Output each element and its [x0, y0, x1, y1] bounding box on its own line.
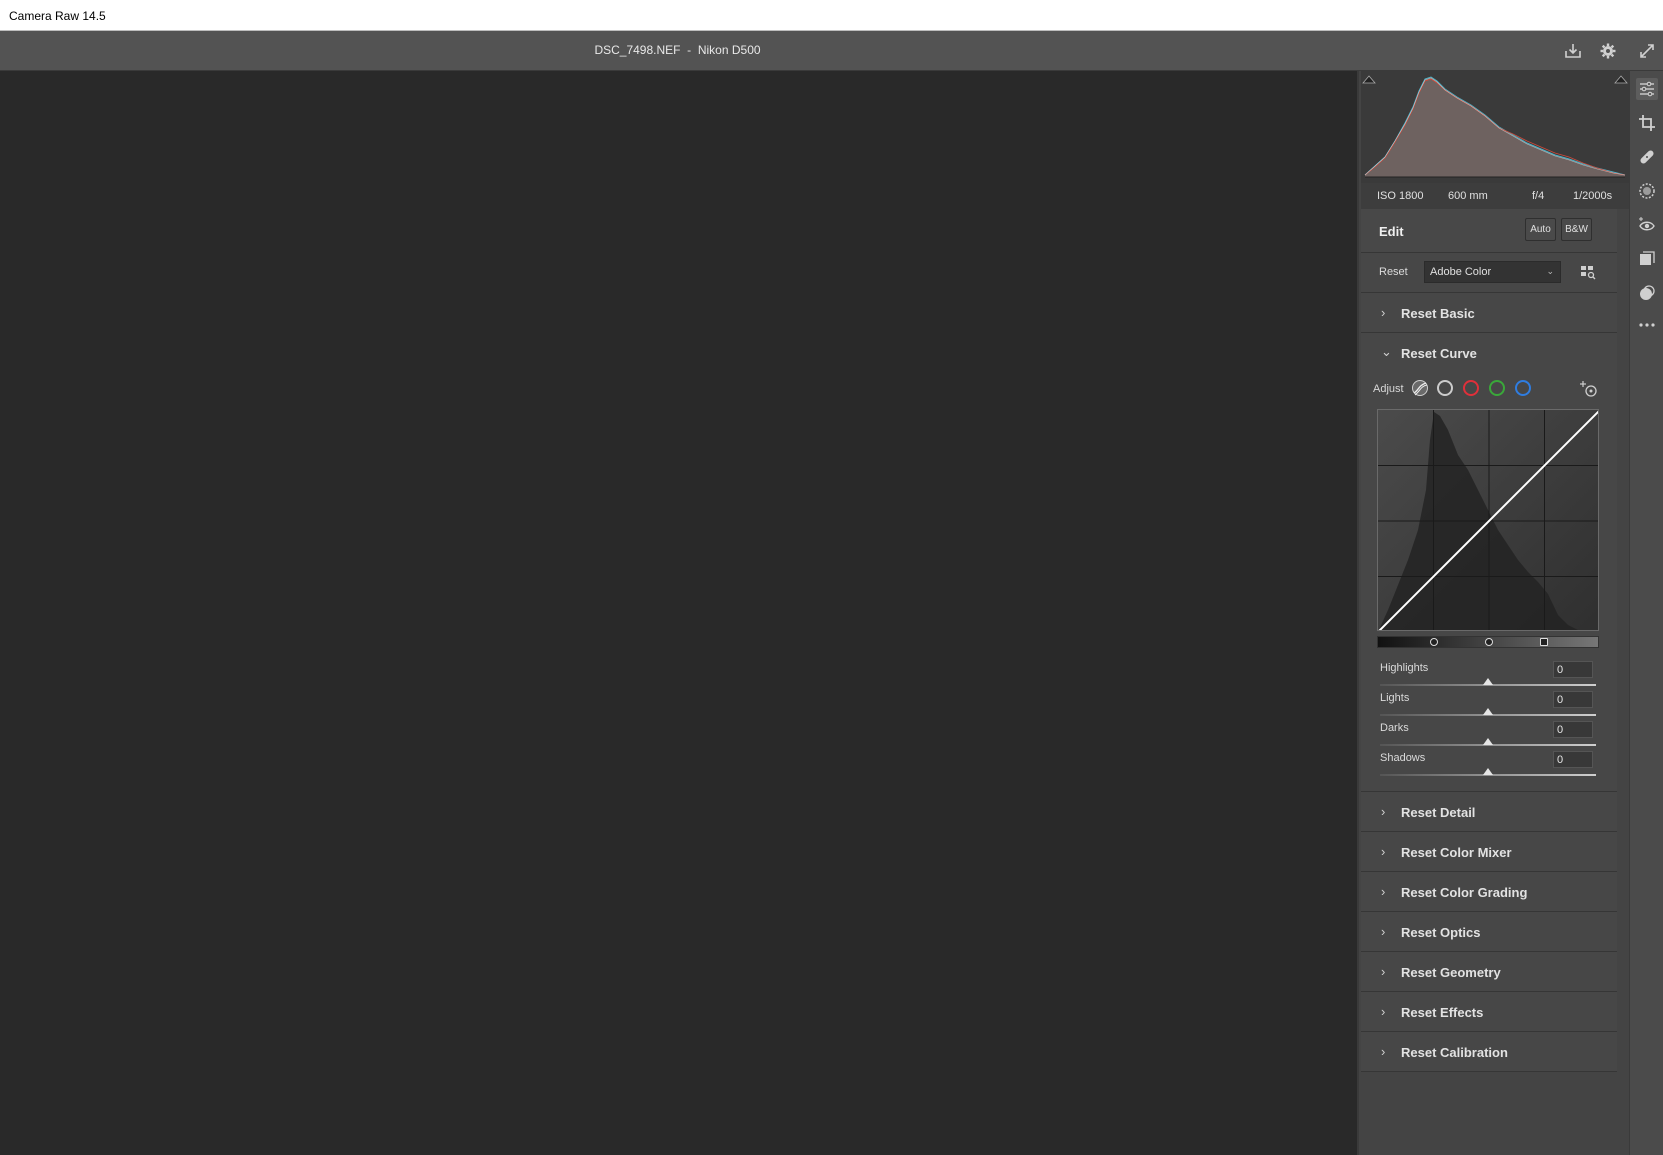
gear-icon[interactable]: [1597, 40, 1619, 62]
exif-shutter: 1/2000s: [1573, 190, 1613, 202]
chevron-right-icon: ›: [1381, 1044, 1386, 1059]
section-curve[interactable]: ⌄ Reset Curve: [1361, 333, 1617, 373]
section-optics[interactable]: › Reset Optics: [1361, 912, 1617, 952]
edit-title: Edit: [1379, 224, 1404, 239]
mask-icon[interactable]: [1636, 180, 1658, 202]
heal-icon[interactable]: [1636, 146, 1658, 168]
title-separator: -: [687, 43, 692, 57]
profile-browser-icon[interactable]: [1580, 264, 1596, 280]
chevron-right-icon: ›: [1381, 924, 1386, 939]
bw-button[interactable]: B&W: [1561, 218, 1592, 241]
adjust-label: Adjust: [1373, 383, 1404, 395]
profile-reset-label[interactable]: Reset: [1379, 266, 1408, 278]
section-basic-label: Reset Basic: [1401, 306, 1475, 321]
section-detail-label: Reset Detail: [1401, 805, 1476, 820]
slider-label: Lights: [1380, 692, 1410, 704]
snapshots-icon[interactable]: [1636, 282, 1658, 304]
chevron-down-icon: ⌄: [1381, 344, 1392, 359]
green-channel-button[interactable]: [1489, 380, 1505, 396]
section-detail[interactable]: › Reset Detail: [1361, 792, 1617, 832]
save-icon[interactable]: [1562, 40, 1584, 62]
edit-panel: ISO 1800 600 mm f/4 1/2000s Edit Auto B&…: [1357, 71, 1629, 1155]
section-color-grading[interactable]: › Reset Color Grading: [1361, 872, 1617, 912]
more-icon[interactable]: [1636, 314, 1658, 336]
shadows-value-input[interactable]: 0: [1553, 751, 1593, 768]
chevron-right-icon: ›: [1381, 1004, 1386, 1019]
fullscreen-icon[interactable]: [1636, 40, 1658, 62]
camera-model: Nikon D500: [697, 43, 761, 57]
highlights-value-input[interactable]: 0: [1553, 661, 1593, 678]
tool-strip: [1629, 71, 1663, 1155]
edit-header: Edit Auto B&W: [1361, 209, 1617, 253]
sliders-icon[interactable]: [1636, 78, 1658, 100]
exif-focal-length: 600 mm: [1448, 190, 1488, 202]
chevron-right-icon: ›: [1381, 844, 1386, 859]
file-name: DSC_7498.NEF: [594, 43, 681, 57]
document-title: DSC_7498.NEF - Nikon D500: [0, 43, 1355, 57]
window-title: Camera Raw 14.5: [9, 9, 106, 23]
window-title-bar: Camera Raw 14.5: [0, 0, 1663, 31]
rgb-channel-button[interactable]: [1437, 380, 1453, 396]
section-effects-label: Reset Effects: [1401, 1005, 1484, 1020]
targeted-adjustment-icon[interactable]: [1579, 379, 1599, 399]
section-color-grading-label: Reset Color Grading: [1401, 885, 1528, 900]
image-canvas[interactable]: [0, 71, 1357, 1155]
slider-thumb[interactable]: [1483, 738, 1493, 745]
chevron-right-icon: ›: [1381, 305, 1386, 320]
highlights-slider[interactable]: Highlights 0: [1380, 661, 1596, 690]
profile-row: Reset Adobe Color ⌄: [1361, 253, 1617, 293]
region-divider-bar: [1377, 636, 1599, 648]
auto-button[interactable]: Auto: [1525, 218, 1556, 241]
chevron-down-icon: ⌄: [1546, 266, 1554, 276]
section-color-mixer[interactable]: › Reset Color Mixer: [1361, 832, 1617, 872]
crop-icon[interactable]: [1636, 112, 1658, 134]
red-eye-icon[interactable]: [1636, 214, 1658, 236]
section-calibration[interactable]: › Reset Calibration: [1361, 1032, 1617, 1072]
slider-thumb[interactable]: [1483, 708, 1493, 715]
blue-channel-button[interactable]: [1515, 380, 1531, 396]
slider-label: Darks: [1380, 722, 1409, 734]
presets-icon[interactable]: [1636, 248, 1658, 270]
darks-lights-divider[interactable]: [1485, 638, 1493, 646]
parametric-curve-icon[interactable]: [1411, 379, 1429, 397]
slider-thumb[interactable]: [1483, 678, 1493, 685]
exif-iso: ISO 1800: [1377, 190, 1424, 202]
section-effects[interactable]: › Reset Effects: [1361, 992, 1617, 1032]
chevron-right-icon: ›: [1381, 804, 1386, 819]
histogram: [1361, 71, 1629, 183]
shadows-darks-divider[interactable]: [1430, 638, 1438, 646]
profile-select[interactable]: Adobe Color ⌄: [1424, 261, 1561, 283]
darks-slider[interactable]: Darks 0: [1380, 721, 1596, 750]
section-basic[interactable]: › Reset Basic: [1361, 293, 1617, 333]
tone-curve-graph[interactable]: [1377, 409, 1599, 631]
lights-slider[interactable]: Lights 0: [1380, 691, 1596, 720]
shadows-slider[interactable]: Shadows 0: [1380, 751, 1596, 780]
section-geometry-label: Reset Geometry: [1401, 965, 1501, 980]
chevron-right-icon: ›: [1381, 884, 1386, 899]
document-header: DSC_7498.NEF - Nikon D500: [0, 31, 1663, 71]
section-optics-label: Reset Optics: [1401, 925, 1481, 940]
lights-highlights-divider[interactable]: [1540, 638, 1548, 646]
section-color-mixer-label: Reset Color Mixer: [1401, 845, 1512, 860]
slider-thumb[interactable]: [1483, 768, 1493, 775]
section-geometry[interactable]: › Reset Geometry: [1361, 952, 1617, 992]
section-curve-label: Reset Curve: [1401, 346, 1477, 361]
slider-label: Shadows: [1380, 752, 1426, 764]
chevron-right-icon: ›: [1381, 964, 1386, 979]
section-calibration-label: Reset Calibration: [1401, 1045, 1508, 1060]
lights-value-input[interactable]: 0: [1553, 691, 1593, 708]
exif-aperture: f/4: [1532, 190, 1545, 202]
profile-select-value: Adobe Color: [1430, 266, 1492, 278]
darks-value-input[interactable]: 0: [1553, 721, 1593, 738]
red-channel-button[interactable]: [1463, 380, 1479, 396]
exif-info-bar: ISO 1800 600 mm f/4 1/2000s: [1361, 183, 1629, 209]
curve-panel: Adjust Highlights 0 Lights 0 Darks 0 Sha…: [1361, 372, 1617, 792]
slider-label: Highlights: [1380, 662, 1429, 674]
